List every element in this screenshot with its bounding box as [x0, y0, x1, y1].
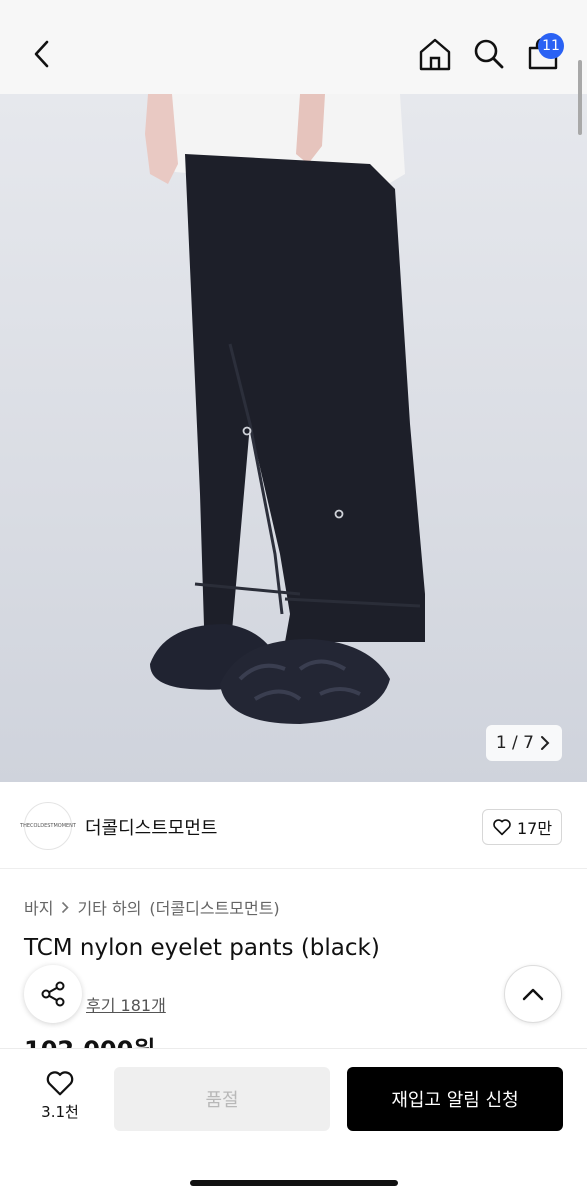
home-icon: [419, 38, 451, 71]
product-photo: [145, 94, 425, 724]
chevron-left-icon: [34, 40, 49, 68]
brand-logo-text: THECOLDESTMOMENT: [20, 823, 76, 829]
search-button[interactable]: [468, 33, 510, 75]
breadcrumb-category[interactable]: 바지: [24, 895, 53, 919]
brand-like-button[interactable]: 17만: [482, 809, 562, 845]
home-indicator: [190, 1180, 398, 1186]
scrollbar[interactable]: [578, 60, 582, 135]
scroll-to-top-button[interactable]: [504, 965, 562, 1023]
chevron-right-icon: [541, 736, 550, 750]
soldout-button[interactable]: 품절: [114, 1067, 330, 1131]
wishlist-count: 3.1천: [41, 1103, 79, 1121]
search-icon: [474, 39, 504, 69]
review-link[interactable]: 후기 181개: [86, 992, 166, 1016]
breadcrumb: 바지 기타 하의 (더콜디스트모먼트): [24, 895, 280, 919]
breadcrumb-brand[interactable]: (더콜디스트모먼트): [149, 895, 279, 919]
share-icon: [41, 981, 65, 1007]
brand-like-count: 17만: [516, 819, 553, 838]
image-counter-text: 1 / 7: [495, 733, 534, 753]
cart-count-badge: 11: [538, 33, 564, 59]
heart-icon: [46, 1071, 74, 1096]
product-image[interactable]: 1 / 7: [0, 94, 587, 782]
breadcrumb-subcategory[interactable]: 기타 하의: [77, 895, 141, 919]
share-button[interactable]: [24, 965, 82, 1023]
brand-logo[interactable]: THECOLDESTMOMENT: [20, 802, 76, 850]
top-app-bar: 11: [0, 0, 587, 94]
restock-alert-button[interactable]: 재입고 알림 신청: [347, 1067, 563, 1131]
image-counter[interactable]: 1 / 7: [485, 725, 562, 761]
home-button[interactable]: [414, 33, 456, 75]
chevron-right-icon: [62, 901, 70, 913]
brand-row[interactable]: THECOLDESTMOMENT 더콜디스트모먼트 17만: [0, 783, 587, 869]
brand-name[interactable]: 더콜디스트모먼트: [85, 814, 217, 840]
bottom-action-bar: 3.1천 품절 재입고 알림 신청: [0, 1048, 587, 1200]
product-title: TCM nylon eyelet pants (black): [24, 935, 380, 961]
heart-icon: [493, 819, 511, 836]
wishlist-button[interactable]: 3.1천: [30, 1069, 90, 1129]
chevron-up-icon: [522, 988, 544, 1001]
product-price: 102,000원: [24, 1030, 155, 1048]
back-button[interactable]: [22, 33, 62, 75]
